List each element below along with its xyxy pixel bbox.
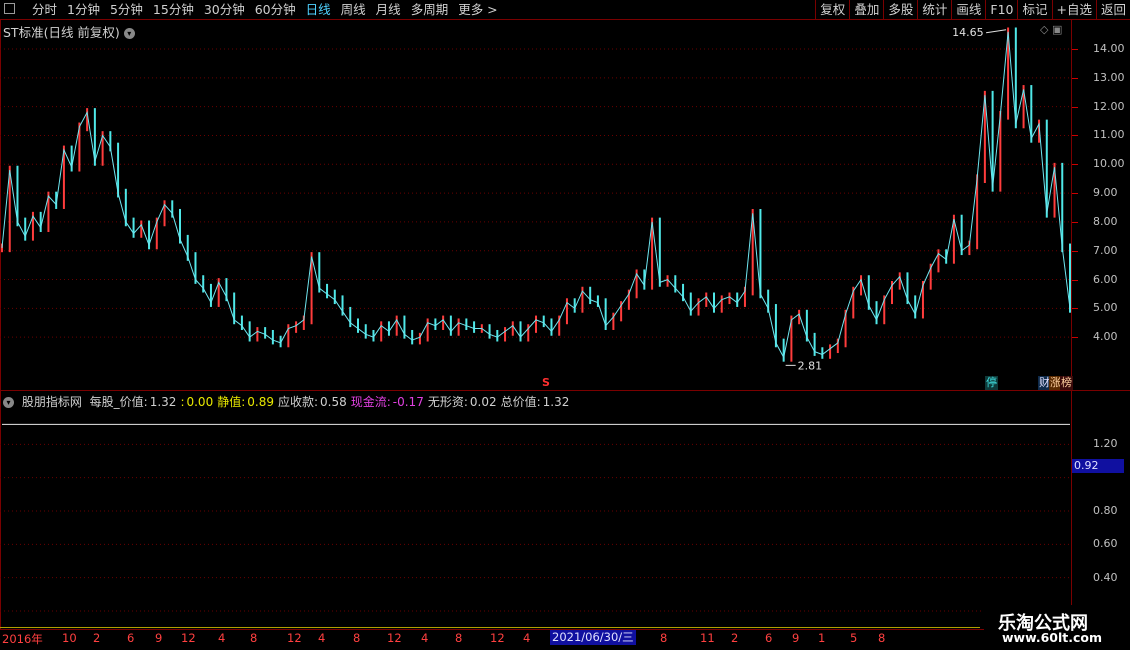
function-tab[interactable]: 返回 bbox=[1095, 0, 1130, 19]
current-value-badge: 0.92 bbox=[1072, 459, 1124, 473]
period-tab[interactable]: 30分钟 bbox=[199, 0, 250, 19]
price-chart[interactable]: 14.65 2.81 bbox=[0, 20, 1072, 390]
price-tick-label: 11.00 bbox=[1093, 128, 1125, 142]
date-tick-label: 2 bbox=[93, 631, 101, 645]
function-tab[interactable]: 画线 bbox=[951, 0, 985, 19]
function-tab[interactable]: 统计 bbox=[917, 0, 951, 19]
price-tick-label: 5.00 bbox=[1093, 301, 1118, 315]
watermark: 乐淘公式网 www.60lt.com bbox=[984, 605, 1130, 650]
price-tick-mark bbox=[1072, 49, 1078, 51]
tag-halt[interactable]: 停 bbox=[985, 376, 998, 390]
function-tab[interactable]: F10 bbox=[985, 0, 1017, 19]
date-tick-label: 9 bbox=[792, 631, 800, 645]
period-tab[interactable]: 5分钟 bbox=[105, 0, 148, 19]
watermark-url: www.60lt.com bbox=[1002, 630, 1103, 645]
date-tick-label: 4 bbox=[218, 631, 226, 645]
price-tick-mark bbox=[1072, 106, 1078, 108]
date-tick-label: 9 bbox=[155, 631, 163, 645]
tag-rank[interactable]: 榜 bbox=[1060, 376, 1073, 390]
date-tick-label: 1 bbox=[818, 631, 826, 645]
indicator-tick-label: 0.60 bbox=[1093, 537, 1118, 551]
period-tab[interactable]: 多周期 bbox=[406, 0, 454, 19]
function-tab[interactable]: 叠加 bbox=[849, 0, 883, 19]
date-tick-label: 8 bbox=[250, 631, 258, 645]
function-tab[interactable]: 标记 bbox=[1017, 0, 1051, 19]
price-tick-label: 10.00 bbox=[1093, 157, 1125, 171]
price-tick-mark bbox=[1072, 135, 1078, 137]
high-price-label: 14.65 bbox=[952, 26, 984, 39]
date-tick-label: 12 bbox=[387, 631, 402, 645]
date-tick-label: 8 bbox=[878, 631, 886, 645]
date-axis-line bbox=[0, 627, 980, 628]
date-tick-label: 2 bbox=[731, 631, 739, 645]
period-tab[interactable]: 分时 bbox=[27, 0, 62, 19]
function-tab[interactable]: 复权 bbox=[815, 0, 849, 19]
price-tick-mark bbox=[1072, 308, 1078, 310]
period-toolbar: 分时 1分钟 5分钟 15分钟 30分钟 60分钟 日线 周线 月线 多周期 更多 > 复权 叠加 多股… bbox=[0, 0, 1130, 20]
price-tick-label: 13.00 bbox=[1093, 70, 1125, 84]
price-tick-mark bbox=[1072, 337, 1078, 339]
indicator-tick-label: 0.40 bbox=[1093, 570, 1118, 584]
period-tab[interactable]: 更多 > bbox=[453, 0, 502, 19]
indicator-chart[interactable] bbox=[0, 391, 1072, 629]
window-icon[interactable] bbox=[4, 3, 15, 14]
date-tick-label: 10 bbox=[62, 631, 77, 645]
period-tab[interactable]: 周线 bbox=[336, 0, 371, 19]
date-tick-label: 6 bbox=[127, 631, 135, 645]
date-tick-label: 2016年 bbox=[2, 632, 43, 646]
price-tick-label: 9.00 bbox=[1093, 186, 1118, 200]
date-tick-label: 5 bbox=[850, 631, 858, 645]
indicator-tick-label: 0.80 bbox=[1093, 504, 1118, 517]
price-tick-mark bbox=[1072, 279, 1078, 281]
date-axis: 2016年102691248124812481248124811269158 bbox=[0, 630, 980, 646]
date-tick-label: 8 bbox=[455, 631, 463, 645]
date-tick-label: 11 bbox=[700, 631, 715, 645]
high-price-arrow bbox=[986, 29, 1007, 34]
date-tick-label: 4 bbox=[523, 631, 531, 645]
date-tick-label: 6 bbox=[765, 631, 773, 645]
function-tabs: 复权 叠加 多股 统计 画线 F10 标记 +自选 返回 bbox=[815, 0, 1130, 19]
date-cursor: 2021/06/30/三 bbox=[550, 630, 636, 645]
indicator-tick-label: 1.20 bbox=[1093, 437, 1118, 451]
function-tab[interactable]: +自选 bbox=[1051, 0, 1096, 19]
date-tick-label: 8 bbox=[660, 631, 668, 645]
period-tab[interactable]: 15分钟 bbox=[148, 0, 199, 19]
date-tick-label: 12 bbox=[181, 631, 196, 645]
function-tab[interactable]: 多股 bbox=[883, 0, 917, 19]
date-tick-label: 4 bbox=[318, 631, 326, 645]
date-tick-label: 4 bbox=[421, 631, 429, 645]
date-tick-label: 12 bbox=[490, 631, 505, 645]
price-tick-label: 6.00 bbox=[1093, 272, 1118, 286]
price-tick-label: 7.00 bbox=[1093, 243, 1118, 257]
price-tick-label: 4.00 bbox=[1093, 330, 1118, 344]
price-tick-mark bbox=[1072, 250, 1078, 252]
period-tab[interactable]: 1分钟 bbox=[62, 0, 105, 19]
price-tick-mark bbox=[1072, 221, 1078, 223]
marker-s[interactable]: S bbox=[541, 376, 551, 390]
price-tick-mark bbox=[1072, 77, 1078, 79]
low-price-label: 2.81 bbox=[798, 359, 823, 372]
price-tick-label: 8.00 bbox=[1093, 214, 1118, 228]
price-tick-mark bbox=[1072, 193, 1078, 195]
period-tab[interactable]: 60分钟 bbox=[250, 0, 301, 19]
period-tab[interactable]: 月线 bbox=[371, 0, 406, 19]
date-tick-label: 8 bbox=[353, 631, 361, 645]
period-tab[interactable]: 日线 bbox=[301, 0, 336, 19]
price-tick-label: 12.00 bbox=[1093, 99, 1125, 113]
period-tabs: 分时 1分钟 5分钟 15分钟 30分钟 60分钟 日线 周线 月线 多周期 更多 > bbox=[27, 0, 503, 19]
price-tick-mark bbox=[1072, 164, 1078, 166]
date-tick-label: 12 bbox=[287, 631, 302, 645]
price-tick-label: 14.00 bbox=[1093, 42, 1125, 56]
